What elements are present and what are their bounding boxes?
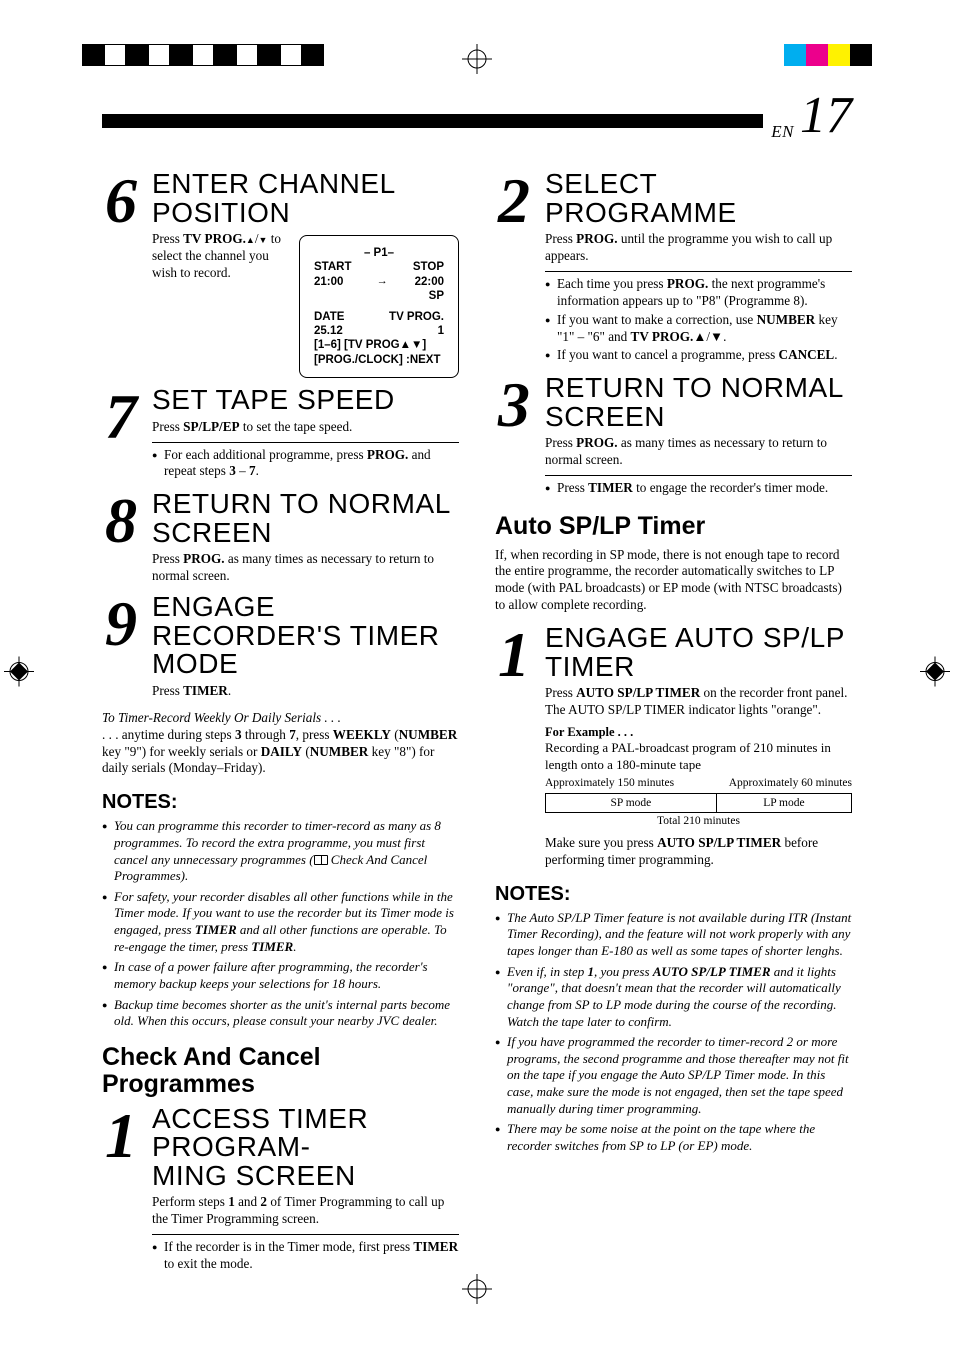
note-item: The Auto SP/LP Timer feature is not avai…: [495, 910, 852, 960]
step-3-title: RETURN TO NORMAL SCREEN: [545, 374, 852, 431]
step-6-number: 6: [102, 170, 140, 378]
step-8-text: Press PROG. as many times as necessary t…: [152, 551, 459, 585]
step-9-title: ENGAGE RECORDER'S TIMER MODE: [152, 593, 459, 679]
step-1-auto-title: ENGAGE AUTO SP/LP TIMER: [545, 624, 852, 681]
step-9-number: 9: [102, 593, 140, 700]
check-cancel-heading: Check And Cancel Programmes: [102, 1044, 459, 1099]
side-target-left-icon: [4, 657, 34, 692]
step-8-title: RETURN TO NORMAL SCREEN: [152, 490, 459, 547]
step-8: 8 RETURN TO NORMAL SCREEN Press PROG. as…: [102, 490, 459, 585]
step-3-bullet: Press TIMER to engage the recorder's tim…: [545, 480, 852, 497]
step-9: 9 ENGAGE RECORDER'S TIMER MODE Press TIM…: [102, 593, 459, 700]
page-body: 6 ENTER CHANNEL POSITION Press TV PROG./…: [102, 170, 852, 1248]
step-1-access-number: 1: [102, 1105, 140, 1275]
weekly-body: . . . anytime during steps 3 through 7, …: [102, 727, 459, 778]
side-target-right-icon: [920, 657, 950, 692]
notes-list-left: You can programme this recorder to timer…: [102, 818, 459, 1030]
splp-diagram: Approximately 150 minutes Approximately …: [545, 777, 852, 827]
registration-squares-right: [784, 44, 872, 66]
step-2: 2 SELECT PROGRAMME Press PROG. until the…: [495, 170, 852, 366]
notes-heading-left: NOTES:: [102, 791, 459, 814]
step-7-bullet: For each additional programme, press PRO…: [152, 447, 459, 481]
arrow-right-icon: →: [377, 275, 388, 289]
diag-left-label: Approximately 150 minutes: [545, 777, 674, 791]
note-item: You can programme this recorder to timer…: [102, 818, 459, 885]
step-1-auto: 1 ENGAGE AUTO SP/LP TIMER Press AUTO SP/…: [495, 624, 852, 869]
osd-hint2: [PROG./CLOCK] :NEXT: [314, 353, 444, 367]
divider: [545, 475, 852, 476]
page-number-value: 17: [800, 90, 852, 142]
step-2-text: Press PROG. until the programme you wish…: [545, 231, 852, 265]
header-rule: [102, 114, 852, 128]
diag-right-label: Approximately 60 minutes: [729, 777, 852, 791]
step-6-title: ENTER CHANNEL POSITION: [152, 170, 459, 227]
registration-squares-left: [82, 44, 324, 66]
step-7-text: Press SP/LP/EP to set the tape speed.: [152, 419, 459, 436]
step-8-number: 8: [102, 490, 140, 585]
step-1-access-title: ACCESS TIMER PROGRAM- MING SCREEN: [152, 1105, 459, 1191]
step-3-text: Press PROG. as many times as necessary t…: [545, 435, 852, 469]
weekly-lead: To Timer-Record Weekly Or Daily Serials …: [102, 710, 459, 727]
book-icon: [314, 855, 328, 865]
note-item: For safety, your recorder disables all o…: [102, 889, 459, 956]
crosshair-bottom-icon: [462, 1274, 492, 1304]
triangle-up-icon: [246, 231, 255, 246]
note-item: Even if, in step 1, you press AUTO SP/LP…: [495, 964, 852, 1031]
divider: [152, 442, 459, 443]
note-item: There may be some noise at the point on …: [495, 1121, 852, 1154]
note-item: Backup time becomes shorter as the unit'…: [102, 997, 459, 1030]
osd-display: – P1– START21:00 → STOP22:00 SP DATE25.1…: [299, 235, 459, 378]
step-6-text: Press TV PROG./ to select the channel yo…: [152, 231, 285, 282]
step-2-number: 2: [495, 170, 533, 366]
note-item: In case of a power failure after program…: [102, 959, 459, 992]
divider: [152, 1234, 459, 1235]
bullet-item: If you want to make a correction, use NU…: [545, 312, 852, 346]
diag-sp-cell: SP mode: [546, 794, 717, 812]
divider: [545, 271, 852, 272]
left-column: 6 ENTER CHANNEL POSITION Press TV PROG./…: [102, 170, 459, 1248]
auto-splp-intro: If, when recording in SP mode, there is …: [495, 547, 852, 615]
example-body: Recording a PAL-broadcast program of 210…: [545, 740, 852, 773]
bullet-item: If you want to cancel a programme, press…: [545, 347, 852, 364]
osd-sp: SP: [314, 289, 444, 303]
step-2-bullets: Each time you press PROG. the next progr…: [545, 276, 852, 364]
diag-lp-cell: LP mode: [717, 794, 851, 812]
step-1-access-text: Perform steps 1 and 2 of Timer Programmi…: [152, 1194, 459, 1228]
page-number: EN 17: [763, 90, 852, 142]
right-column: 2 SELECT PROGRAMME Press PROG. until the…: [495, 170, 852, 1248]
osd-p: – P1–: [314, 246, 444, 260]
step-7-number: 7: [102, 386, 140, 482]
diag-total: Total 210 minutes: [545, 815, 852, 827]
for-example-label: For Example . . .: [545, 725, 852, 740]
step-6: 6 ENTER CHANNEL POSITION Press TV PROG./…: [102, 170, 459, 378]
osd-hint1: [1–6] [TV PROG▲▼]: [314, 338, 444, 352]
step-7: 7 SET TAPE SPEED Press SP/LP/EP to set t…: [102, 386, 459, 482]
step-3-number: 3: [495, 374, 533, 499]
auto-splp-heading: Auto SP/LP Timer: [495, 513, 852, 541]
step-1-access: 1 ACCESS TIMER PROGRAM- MING SCREEN Perf…: [102, 1105, 459, 1275]
step-9-text: Press TIMER.: [152, 683, 459, 700]
step-3: 3 RETURN TO NORMAL SCREEN Press PROG. as…: [495, 374, 852, 499]
step-1-auto-text: Press AUTO SP/LP TIMER on the recorder f…: [545, 685, 852, 719]
step-2-title: SELECT PROGRAMME: [545, 170, 852, 227]
step-1-access-bullet: If the recorder is in the Timer mode, fi…: [152, 1239, 459, 1273]
crosshair-top-icon: [462, 44, 492, 74]
notes-heading-right: NOTES:: [495, 883, 852, 906]
notes-list-right: The Auto SP/LP Timer feature is not avai…: [495, 910, 852, 1155]
step-1-auto-after: Make sure you press AUTO SP/LP TIMER bef…: [545, 835, 852, 869]
note-item: If you have programmed the recorder to t…: [495, 1034, 852, 1117]
step-1-auto-number: 1: [495, 624, 533, 869]
step-7-title: SET TAPE SPEED: [152, 386, 459, 415]
bullet-item: Each time you press PROG. the next progr…: [545, 276, 852, 310]
page-en-label: EN: [771, 122, 794, 142]
